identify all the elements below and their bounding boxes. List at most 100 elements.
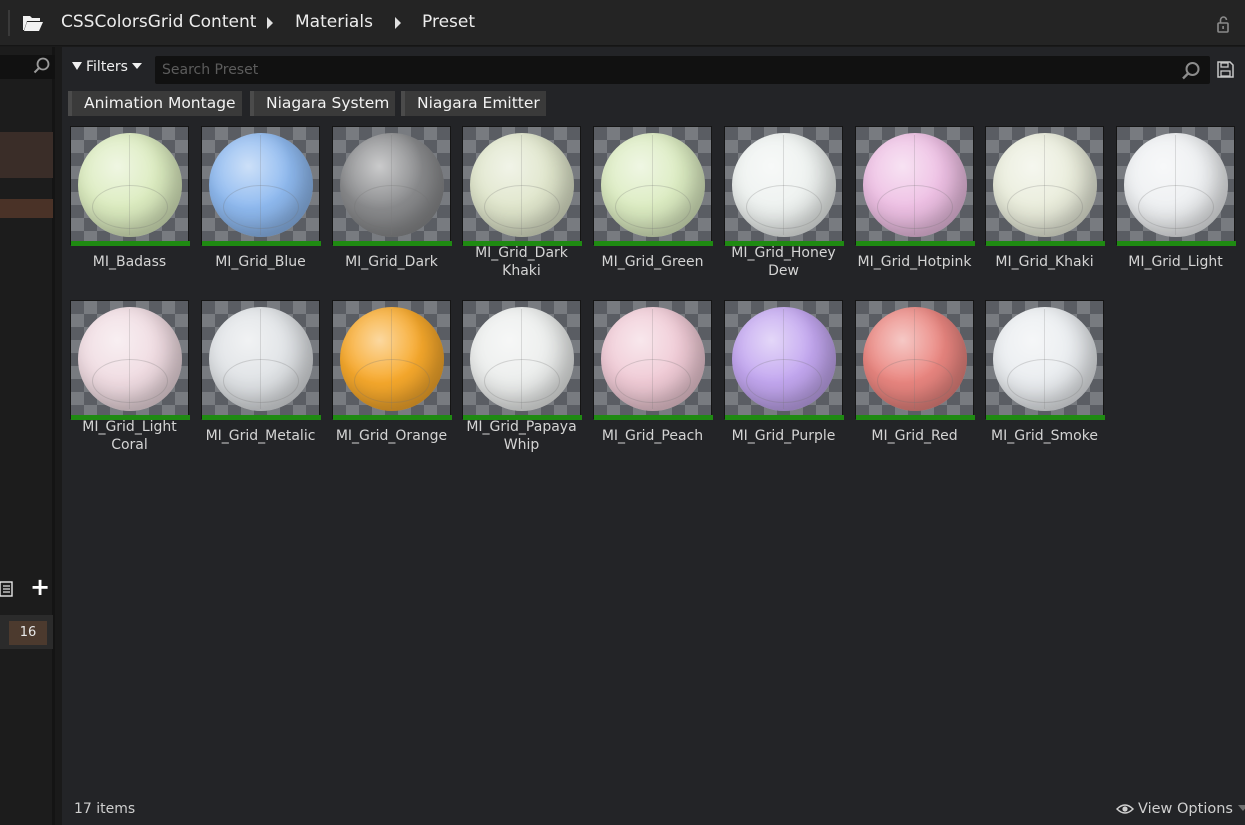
asset-name-label: MI_Grid_Purple — [731, 428, 836, 444]
asset-type-color-bar — [333, 241, 452, 246]
asset-type-color-bar — [856, 415, 975, 420]
asset-thumbnail — [985, 126, 1105, 246]
material-sphere-preview — [732, 133, 836, 237]
asset-tile[interactable]: MI_Grid_Smoke — [985, 300, 1105, 460]
add-collection-plus-icon[interactable]: + — [30, 575, 50, 599]
asset-tile[interactable]: MI_Grid_Orange — [332, 300, 452, 460]
asset-type-color-bar — [986, 241, 1105, 246]
breadcrumb-item-cssColorsGrid-content[interactable]: CSSColorsGrid Content — [61, 12, 256, 32]
asset-tile[interactable]: MI_Grid_Light — [1116, 126, 1236, 286]
selected-folder-row[interactable] — [0, 132, 53, 178]
save-search-icon[interactable] — [1217, 61, 1234, 78]
list-view-icon[interactable] — [0, 581, 14, 597]
asset-tile[interactable]: MI_Grid_Papaya Whip — [462, 300, 582, 460]
asset-name-line: MI_Grid_Papaya — [466, 419, 577, 435]
asset-type-color-bar — [1117, 241, 1236, 246]
asset-tile[interactable]: MI_Grid_Purple — [724, 300, 844, 460]
asset-type-color-bar — [202, 415, 321, 420]
asset-tile[interactable]: MI_Grid_Red — [855, 300, 975, 460]
sources-panel: + 16 — [0, 47, 55, 825]
material-sphere-preview — [470, 133, 574, 237]
asset-thumbnail — [70, 126, 190, 246]
search-icon[interactable] — [33, 57, 51, 75]
asset-name-label: MI_Grid_Papaya Whip — [456, 418, 587, 454]
sphere-grid-ring — [746, 359, 822, 403]
asset-name-label: MI_Grid_Dark — [345, 254, 438, 270]
asset-name-label: MI_Grid_Honey Dew — [718, 244, 849, 280]
sphere-grid-ring — [92, 185, 168, 229]
filters-label: Filters — [86, 59, 128, 75]
asset-type-color-bar — [333, 415, 452, 420]
lock-open-icon[interactable] — [1216, 15, 1232, 33]
sphere-grid-ring — [484, 185, 560, 229]
filters-button[interactable]: Filters — [72, 59, 142, 75]
folder-open-icon[interactable] — [22, 13, 44, 33]
asset-tile[interactable]: MI_Grid_Khaki — [985, 126, 1105, 286]
asset-thumbnail — [855, 126, 975, 246]
asset-name-label: MI_Grid_Metalic — [205, 428, 316, 444]
chevron-down-icon — [131, 63, 142, 69]
asset-tile[interactable]: MI_Grid_Dark Khaki — [462, 126, 582, 286]
collection-count-badge: 16 — [9, 621, 47, 645]
asset-type-color-bar — [71, 241, 190, 246]
asset-thumbnail — [593, 126, 713, 246]
material-sphere-preview — [209, 307, 313, 411]
material-sphere-preview — [993, 133, 1097, 237]
asset-name-line: Coral — [111, 437, 148, 453]
asset-name-label: MI_Grid_Light — [1128, 254, 1223, 270]
search-input[interactable] — [155, 56, 1210, 84]
folder-row-highlight[interactable] — [0, 199, 53, 218]
asset-name-label: MI_Grid_Orange — [335, 428, 448, 444]
asset-tile[interactable]: MI_Grid_Peach — [593, 300, 713, 460]
sphere-grid-ring — [877, 185, 953, 229]
view-options-button[interactable]: View Options — [1116, 801, 1245, 817]
asset-tile[interactable]: MI_Badass — [70, 126, 190, 286]
asset-name-label: MI_Badass — [92, 254, 167, 270]
asset-type-color-bar — [594, 415, 713, 420]
asset-tile[interactable]: MI_Grid_Dark — [332, 126, 452, 286]
asset-tile[interactable]: MI_Grid_Hotpink — [855, 126, 975, 286]
asset-thumbnail — [985, 300, 1105, 420]
filter-chip-animation-montage[interactable]: Animation Montage — [68, 91, 242, 116]
asset-tile[interactable]: MI_Grid_Light Coral — [70, 300, 190, 460]
breadcrumb-separator-arrow-icon[interactable] — [267, 17, 273, 29]
sphere-grid-ring — [354, 359, 430, 403]
asset-type-color-bar — [202, 241, 321, 246]
asset-name-line: Whip — [503, 437, 540, 453]
asset-tile[interactable]: MI_Grid_Honey Dew — [724, 126, 844, 286]
filter-chip-niagara-system[interactable]: Niagara System — [250, 91, 396, 116]
material-sphere-preview — [601, 133, 705, 237]
asset-name-line: Khaki — [502, 263, 541, 279]
material-sphere-preview — [78, 133, 182, 237]
asset-tile[interactable]: MI_Grid_Metalic — [201, 300, 321, 460]
asset-name-line: MI_Grid_Dark — [475, 245, 568, 261]
material-sphere-preview — [732, 307, 836, 411]
asset-tile[interactable]: MI_Grid_Green — [593, 126, 713, 286]
asset-type-color-bar — [594, 241, 713, 246]
sphere-grid-ring — [1007, 359, 1083, 403]
breadcrumb-item-materials[interactable]: Materials — [295, 12, 373, 32]
asset-tile[interactable]: MI_Grid_Blue — [201, 126, 321, 286]
search-icon[interactable] — [1181, 61, 1201, 81]
breadcrumb-separator-arrow-icon[interactable] — [395, 17, 401, 29]
asset-name-label: MI_Grid_Red — [871, 428, 958, 444]
sphere-grid-ring — [1138, 185, 1214, 229]
sphere-grid-ring — [615, 185, 691, 229]
material-sphere-preview — [1124, 133, 1228, 237]
filter-chip-niagara-emitter[interactable]: Niagara Emitter — [401, 91, 546, 116]
asset-name-label: MI_Grid_Green — [601, 254, 704, 270]
asset-thumbnail — [332, 126, 452, 246]
eye-icon — [1116, 804, 1134, 814]
asset-name-label: MI_Grid_Khaki — [995, 254, 1094, 270]
sphere-grid-ring — [877, 359, 953, 403]
breadcrumb-item-preset[interactable]: Preset — [422, 12, 475, 32]
asset-thumbnail — [70, 300, 190, 420]
asset-thumbnail — [1116, 126, 1236, 246]
asset-name-label: MI_Grid_Peach — [601, 428, 704, 444]
sphere-grid-ring — [223, 359, 299, 403]
asset-thumbnail — [462, 300, 582, 420]
material-sphere-preview — [340, 133, 444, 237]
material-sphere-preview — [601, 307, 705, 411]
sphere-grid-ring — [746, 185, 822, 229]
asset-type-color-bar — [856, 241, 975, 246]
